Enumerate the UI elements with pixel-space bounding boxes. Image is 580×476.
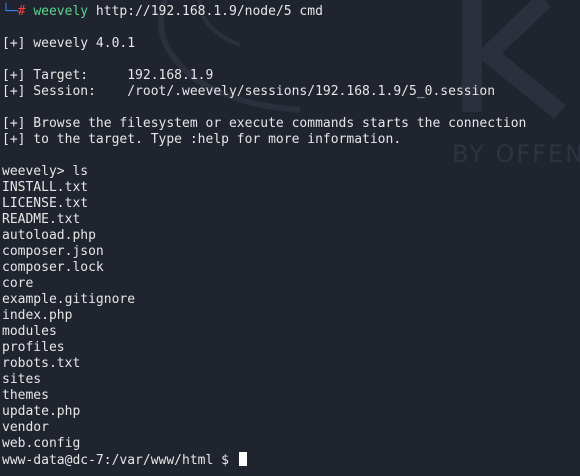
watermark-text: BY OFFEN [452, 140, 580, 168]
file-entry: themes [2, 388, 49, 403]
file-entry: vendor [2, 420, 49, 435]
shell-prompt-line[interactable]: www-data@dc-7:/var/www/html $ [2, 452, 247, 468]
file-entry: update.php [2, 404, 81, 419]
file-entry: INSTALL.txt [2, 180, 89, 195]
file-entry: profiles [2, 340, 65, 355]
target-line: [+] Target: 192.168.1.9 [2, 68, 214, 83]
file-entry: README.txt [2, 212, 81, 227]
shell-prompt: www-data@dc-7:/var/www/html $ [2, 453, 237, 468]
weevely-prompt: weevely> ls [2, 164, 89, 179]
session-line: [+] Session: /root/.weevely/sessions/192… [2, 84, 496, 99]
file-entry: LICENSE.txt [2, 196, 89, 211]
file-entry: composer.lock [2, 260, 104, 275]
command-line: └─# weevely http://192.168.1.9/node/5 cm… [2, 4, 323, 20]
prompt-hash: # [17, 4, 26, 19]
file-entry: web.config [2, 436, 81, 451]
command-args: http://192.168.1.9/node/5 cmd [88, 4, 323, 19]
text-cursor[interactable] [238, 452, 247, 466]
terminal-window[interactable]: BY OFFEN └─# weevely http://192.168.1.9/… [0, 0, 580, 476]
info-line-1: [+] Browse the filesystem or execute com… [2, 116, 527, 131]
info-line-2: [+] to the target. Type :help for more i… [2, 132, 402, 147]
file-entry: composer.json [2, 244, 104, 259]
file-entry: robots.txt [2, 356, 81, 371]
file-entry: modules [2, 324, 57, 339]
version-line: [+] weevely 4.0.1 [2, 36, 136, 51]
file-entry: sites [2, 372, 42, 387]
file-entry: example.gitignore [2, 292, 136, 307]
file-entry: index.php [2, 308, 73, 323]
command-program: weevely [33, 4, 89, 19]
prompt-corner: └─ [2, 4, 18, 19]
file-entry: autoload.php [2, 228, 96, 243]
file-entry: core [2, 276, 34, 291]
